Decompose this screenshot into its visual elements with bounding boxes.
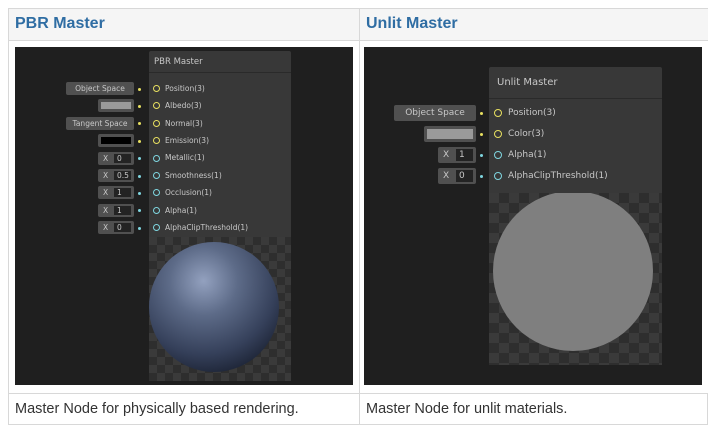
pbr-port-1-color-field[interactable] (98, 99, 134, 113)
pbr-port-4-number-field[interactable]: X0 (98, 151, 134, 165)
unlit-port-3-number-field[interactable]: X0 (438, 168, 476, 184)
unlit-port-2-x-label: X (443, 150, 450, 160)
pbr-port-1-label: Albedo(3) (165, 101, 202, 111)
unlit-port-1-socket[interactable] (494, 130, 502, 138)
pbr-port-8-number-field[interactable]: X0 (98, 221, 134, 235)
unlit-port-0-socket[interactable] (494, 109, 502, 117)
pbr-port-7-connector (138, 209, 141, 213)
pbr-port-2-socket[interactable] (153, 119, 160, 127)
pbr-port-8-label: AlphaClipThreshold(1) (165, 222, 249, 232)
unlit-port-2-label: Alpha(1) (508, 149, 547, 160)
pbr-port-5-number-field[interactable]: X 0.5 (98, 169, 134, 182)
pbr-port-4-label: Metallic(1) (165, 153, 205, 163)
unlit-port-2-value[interactable]: 1 (456, 149, 473, 161)
unlit-port-1-color-field[interactable] (424, 126, 476, 142)
unlit-port-0-space-dropdown[interactable]: Object Space (394, 105, 476, 121)
unlit-node-title: Unlit Master (489, 67, 662, 99)
pbr-port-3-color-swatch (101, 137, 131, 145)
unlit-graph-panel: Unlit Master Position(3) Object Space Colo… (364, 47, 702, 385)
pbr-port-0-space-dropdown[interactable]: Object Space (66, 82, 134, 95)
pbr-port-7-socket[interactable] (153, 206, 160, 214)
pbr-image-cell: PBR Master Position(3) Object Space Albe… (9, 41, 359, 394)
unlit-port-1-color-swatch (427, 129, 473, 139)
pbr-port-2-label: Normal(3) (165, 118, 203, 128)
unlit-header: Unlit Master (366, 15, 458, 32)
pbr-port-7-value[interactable]: 1 (114, 205, 131, 215)
pbr-port-7-x-label: X (103, 205, 109, 215)
unlit-column: Unlit Master Unlit Master Position(3) Obj… (359, 9, 708, 424)
pbr-port-5-socket[interactable] (153, 172, 160, 179)
unlit-port-3-connector (480, 175, 483, 178)
pbr-port-6-number-field[interactable]: X1 (98, 186, 134, 200)
pbr-port-5-value[interactable]: 0.5 (114, 171, 131, 180)
unlit-port-0-connector (480, 112, 483, 115)
pbr-port-4-value[interactable]: 0 (114, 153, 131, 163)
pbr-port-0-socket[interactable] (153, 85, 160, 92)
unlit-header-cell: Unlit Master (360, 9, 708, 41)
unlit-port-2-socket[interactable] (494, 151, 502, 159)
pbr-port-1-color-swatch (101, 102, 131, 110)
pbr-port-7-label: Alpha(1) (165, 205, 197, 215)
unlit-port-3-value[interactable]: 0 (456, 170, 473, 182)
pbr-port-2-connector (138, 122, 141, 126)
pbr-port-5-connector (138, 174, 141, 178)
pbr-port-4-connector (138, 157, 141, 161)
unlit-port-3-label: AlphaClipThreshold(1) (508, 170, 608, 181)
unlit-caption: Master Node for unlit materials. (366, 401, 568, 417)
pbr-preview (149, 237, 291, 381)
pbr-port-4-x-label: X (103, 153, 109, 163)
pbr-caption: Master Node for physically based renderi… (15, 401, 299, 417)
unlit-preview-sphere (493, 193, 653, 351)
pbr-preview-sphere (149, 242, 279, 372)
pbr-port-8-connector (138, 226, 141, 230)
unlit-port-2-number-field[interactable]: X1 (438, 147, 476, 163)
unlit-image-cell: Unlit Master Position(3) Object Space Colo… (360, 41, 708, 394)
pbr-port-5-x-label: X (103, 171, 109, 180)
pbr-port-3-connector (138, 139, 141, 143)
pbr-header: PBR Master (15, 15, 105, 32)
pbr-sphere-svg (149, 242, 279, 372)
pbr-port-0-label: Position(3) (165, 83, 205, 93)
pbr-port-3-label: Emission(3) (165, 135, 209, 145)
pbr-port-6-x-label: X (103, 188, 109, 198)
pbr-graph-panel: PBR Master Position(3) Object Space Albe… (15, 47, 353, 385)
pbr-column: PBR Master PBR Master Position(3) Object… (9, 9, 359, 424)
pbr-port-8-x-label: X (103, 223, 109, 233)
pbr-port-4-socket[interactable] (153, 154, 160, 162)
pbr-port-5-label: Smoothness(1) (165, 170, 222, 180)
unlit-preview (489, 193, 662, 365)
unlit-port-2-connector (480, 154, 483, 157)
pbr-port-7-number-field[interactable]: X1 (98, 203, 134, 217)
pbr-header-cell: PBR Master (9, 9, 359, 41)
pbr-port-6-connector (138, 191, 141, 195)
pbr-port-2-space-dropdown[interactable]: Tangent Space (66, 116, 134, 130)
pbr-port-6-label: Occlusion(1) (165, 188, 212, 198)
unlit-port-1-connector (480, 133, 483, 136)
unlit-port-3-socket[interactable] (494, 172, 502, 180)
pbr-port-3-color-field[interactable] (98, 134, 134, 148)
comparison-table: PBR Master PBR Master Position(3) Object… (8, 8, 708, 425)
unlit-port-0-label: Position(3) (508, 107, 556, 118)
unlit-sphere-svg (493, 193, 653, 351)
pbr-node-title: PBR Master (149, 51, 291, 73)
pbr-port-8-value[interactable]: 0 (114, 223, 131, 233)
pbr-port-6-value[interactable]: 1 (114, 188, 131, 198)
pbr-port-1-connector (138, 104, 141, 108)
unlit-port-3-x-label: X (443, 171, 450, 181)
unlit-port-1-label: Color(3) (508, 128, 545, 139)
pbr-port-0-connector (138, 87, 141, 91)
